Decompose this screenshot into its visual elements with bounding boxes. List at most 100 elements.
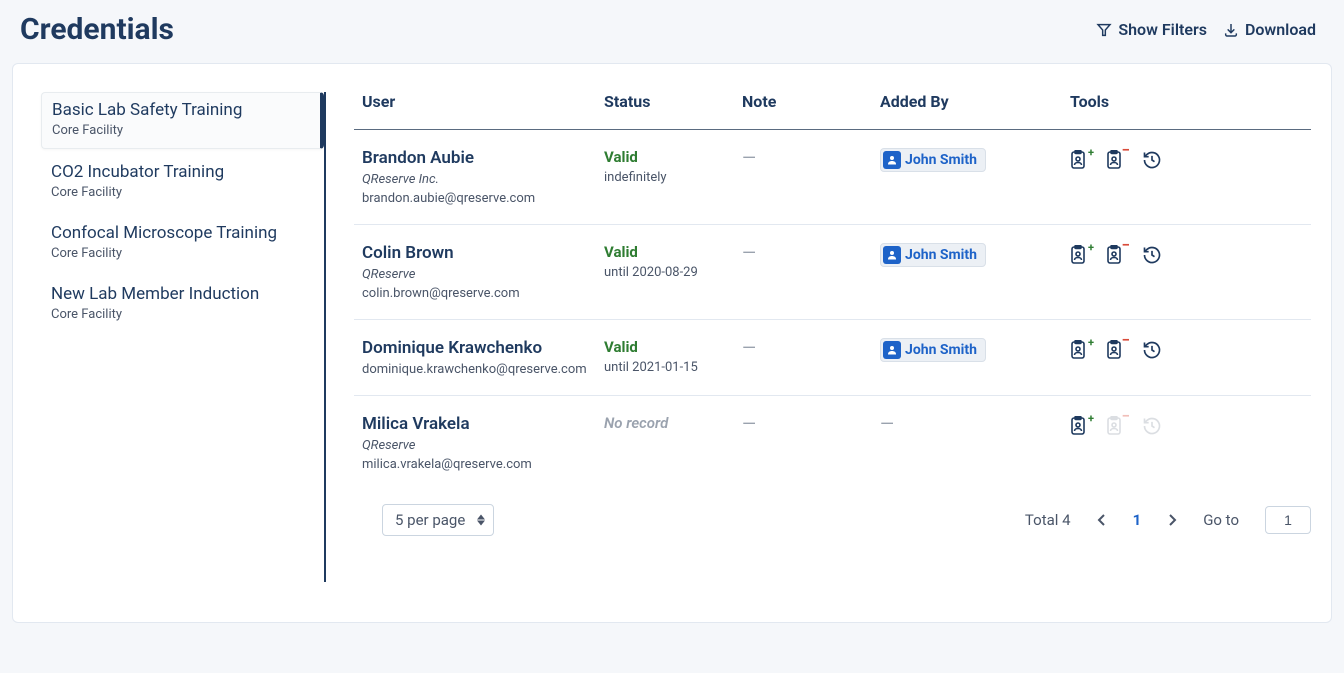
user-cell: Dominique Krawchenkodominique.krawchenko…: [354, 338, 604, 377]
show-filters-button[interactable]: Show Filters: [1096, 20, 1207, 39]
user-org: QReserve Inc.: [362, 172, 604, 187]
note-cell: —: [742, 243, 880, 264]
sidebar-item-title: Confocal Microscope Training: [51, 222, 312, 244]
tools-cell: +−: [1070, 243, 1240, 265]
table-row: Brandon Aubie QReserve Inc. brandon.aubie@…: [354, 130, 1311, 225]
show-filters-label: Show Filters: [1118, 20, 1207, 39]
add-credential-button[interactable]: +: [1070, 416, 1088, 436]
sidebar-item[interactable]: New Lab Member Induction Core Facility: [41, 277, 324, 332]
person-icon: [883, 151, 901, 169]
goto-page-input[interactable]: [1265, 506, 1311, 534]
status-detail: indefinitely: [604, 170, 742, 185]
added-by-cell: John Smith: [880, 338, 1070, 362]
sidebar-item-subtitle: Core Facility: [51, 185, 312, 200]
sidebar-item[interactable]: Confocal Microscope Training Core Facilit…: [41, 216, 324, 271]
history-button[interactable]: [1142, 245, 1160, 265]
pagination: 5 per page Total 4 1 Go to: [354, 490, 1311, 536]
user-cell: Brandon Aubie QReserve Inc. brandon.aubie@…: [354, 148, 604, 206]
table-row: Dominique Krawchenkodominique.krawchenko…: [354, 320, 1311, 396]
added-by-cell: —: [880, 414, 1070, 435]
download-label: Download: [1245, 20, 1316, 39]
plus-icon: +: [1088, 146, 1094, 159]
add-credential-button[interactable]: +: [1070, 150, 1088, 170]
credential-sidebar: Basic Lab Safety TrainingCore FacilityCO…: [41, 92, 326, 582]
status-cell: Validuntil 2021-01-15: [604, 338, 742, 375]
sidebar-item-title: Basic Lab Safety Training: [52, 99, 308, 121]
minus-icon: −: [1122, 146, 1130, 154]
sidebar-item[interactable]: CO2 Incubator Training Core Facility: [41, 155, 324, 210]
sidebar-item-title: CO2 Incubator Training: [51, 161, 312, 183]
user-email: colin.brown@qreserve.com: [362, 286, 604, 301]
user-name: Colin Brown: [362, 243, 604, 263]
add-credential-button[interactable]: +: [1070, 245, 1088, 265]
status-detail: until 2020-08-29: [604, 265, 742, 280]
table-row: Milica Vrakela QReserve milica.vrakela@qre…: [354, 396, 1311, 490]
history-button[interactable]: [1142, 150, 1160, 170]
download-button[interactable]: Download: [1223, 20, 1316, 39]
download-icon: [1223, 22, 1239, 38]
user-chip[interactable]: John Smith: [880, 148, 986, 172]
note-cell: —: [742, 338, 880, 359]
user-name: Dominique Krawchenko: [362, 338, 604, 358]
sidebar-item-title: New Lab Member Induction: [51, 283, 312, 305]
remove-credential-button[interactable]: −: [1106, 340, 1124, 360]
note-cell: —: [742, 414, 880, 435]
total-label: Total 4: [1025, 511, 1071, 529]
user-email: milica.vrakela@qreserve.com: [362, 457, 604, 472]
person-icon: [883, 246, 901, 264]
user-chip-name: John Smith: [905, 152, 977, 168]
history-button: [1142, 416, 1160, 436]
column-header-added-by: Added By: [880, 92, 1070, 111]
table-row: Colin BrownQReservecolin.brown@qreserve.…: [354, 225, 1311, 320]
table-header: User Status Note Added By Tools: [354, 92, 1311, 130]
sidebar-item-subtitle: Core Facility: [51, 307, 312, 322]
plus-icon: +: [1088, 412, 1094, 425]
user-cell: Milica Vrakela QReserve milica.vrakela@qre…: [354, 414, 604, 472]
remove-credential-button[interactable]: −: [1106, 150, 1124, 170]
user-chip-name: John Smith: [905, 342, 977, 358]
history-button[interactable]: [1142, 340, 1160, 360]
current-page: 1: [1133, 511, 1142, 529]
note-value: —: [742, 338, 756, 359]
user-org: QReserve: [362, 438, 604, 453]
remove-credential-button: −: [1106, 416, 1124, 436]
next-page-button[interactable]: [1167, 513, 1177, 527]
goto-label: Go to: [1203, 511, 1239, 529]
column-header-user: User: [354, 92, 604, 111]
added-by-cell: John Smith: [880, 148, 1070, 172]
added-by-value: —: [880, 414, 894, 435]
status-cell: Valid indefinitely: [604, 148, 742, 185]
user-chip[interactable]: John Smith: [880, 338, 986, 362]
note-value: —: [742, 148, 756, 169]
status-cell: No record: [604, 414, 742, 432]
user-name: Milica Vrakela: [362, 414, 604, 434]
user-chip-name: John Smith: [905, 247, 977, 263]
column-header-status: Status: [604, 92, 742, 111]
status-label: No record: [604, 414, 742, 432]
user-email: brandon.aubie@qreserve.com: [362, 191, 604, 206]
minus-icon: −: [1122, 241, 1130, 249]
user-chip[interactable]: John Smith: [880, 243, 986, 267]
remove-credential-button[interactable]: −: [1106, 245, 1124, 265]
status-label: Valid: [604, 243, 742, 261]
minus-icon: −: [1122, 336, 1130, 344]
per-page-label: 5 per page: [395, 511, 465, 529]
tools-cell: +−: [1070, 148, 1240, 170]
tools-cell: +−: [1070, 414, 1240, 436]
plus-icon: +: [1088, 241, 1094, 254]
status-label: Valid: [604, 148, 742, 166]
status-cell: Valid until 2020-08-29: [604, 243, 742, 280]
sidebar-item-subtitle: Core Facility: [51, 246, 312, 261]
add-credential-button[interactable]: +: [1070, 340, 1088, 360]
user-name: Brandon Aubie: [362, 148, 604, 168]
person-icon: [883, 341, 901, 359]
tools-cell: +−: [1070, 338, 1240, 360]
per-page-select[interactable]: 5 per page: [382, 504, 494, 536]
added-by-cell: John Smith: [880, 243, 1070, 267]
prev-page-button[interactable]: [1097, 513, 1107, 527]
plus-icon: +: [1088, 336, 1094, 349]
select-caret-icon: [477, 515, 485, 526]
column-header-tools: Tools: [1070, 92, 1240, 111]
sidebar-item[interactable]: Basic Lab Safety TrainingCore Facility: [41, 92, 324, 149]
status-label: Valid: [604, 338, 742, 356]
